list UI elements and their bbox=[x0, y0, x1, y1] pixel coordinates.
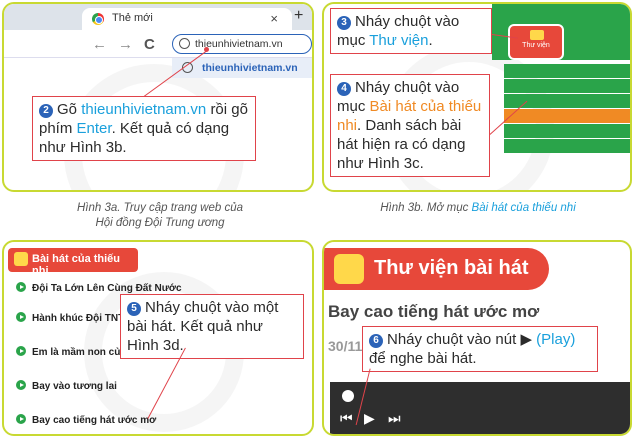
caption-line: Hội đồng Đội Trung ương bbox=[95, 217, 225, 229]
play-button[interactable]: ▶ bbox=[364, 410, 375, 427]
figure-caption-3b: Hình 3b. Mở mục Bài hát của thiếu nhi bbox=[338, 201, 618, 216]
callout-url: thieunhivietnam.vn bbox=[81, 101, 207, 118]
step-badge: 3 bbox=[337, 16, 351, 30]
callout-text: để nghe bài hát. bbox=[369, 350, 477, 367]
submenu-item-children-songs[interactable] bbox=[504, 109, 630, 123]
submenu-item[interactable] bbox=[504, 94, 630, 108]
tab-title: Thẻ mới bbox=[112, 12, 153, 24]
globe-icon bbox=[179, 38, 190, 49]
url-suggestion-text: thieunhivietnam.vn bbox=[202, 62, 298, 74]
song-item[interactable]: Bay vào tương lai bbox=[16, 380, 117, 392]
play-icon bbox=[16, 380, 26, 390]
panel-browser: Thẻ mới × + ← → C thieunhivietnam.vn thi… bbox=[2, 2, 314, 192]
pointer-dot bbox=[204, 47, 209, 52]
audio-player: ⏮ ▶ ⏭ bbox=[330, 382, 630, 434]
music-icon bbox=[334, 254, 364, 284]
callout-text: Nháy chuột vào một bài hát. Kết quả như … bbox=[127, 299, 279, 354]
browser-tab[interactable]: Thẻ mới × bbox=[82, 8, 292, 30]
panel-menu: Thư viện 3 Nháy chuột vào mục Thư viện. 4… bbox=[322, 2, 632, 192]
song-item-selected[interactable]: Bay cao tiếng hát ước mơ bbox=[16, 414, 156, 426]
play-icon bbox=[16, 312, 26, 322]
chrome-icon bbox=[92, 13, 104, 25]
caption-line: Hình 3a. Truy cập trang web của bbox=[77, 202, 243, 214]
step2-callout: 2 Gõ thieunhivietnam.vn rồi gõ phím Enter… bbox=[32, 96, 256, 161]
next-icon[interactable]: ⏭ bbox=[388, 410, 401, 427]
callout-text: Gõ bbox=[57, 101, 78, 118]
song-title: Bay cao tiếng hát ước mơ bbox=[32, 415, 157, 426]
song-list-header: Bài hát của thiếu nhi bbox=[8, 248, 138, 277]
back-arrow-icon[interactable]: ← bbox=[92, 36, 107, 53]
song-list-title: Bài hát của thiếu nhi bbox=[32, 253, 121, 277]
book-icon bbox=[530, 30, 544, 40]
address-bar[interactable]: thieunhivietnam.vn bbox=[172, 34, 312, 54]
submenu-item[interactable] bbox=[504, 139, 630, 153]
caption-text: Hình 3b. Mở mục bbox=[380, 202, 469, 214]
play-symbol-icon: ▶ bbox=[520, 331, 532, 348]
song-item[interactable]: Đội Ta Lớn Lên Cùng Đất Nước bbox=[16, 282, 182, 294]
submenu-item[interactable] bbox=[504, 124, 630, 138]
song-title: Đội Ta Lớn Lên Cùng Đất Nước bbox=[32, 283, 182, 294]
callout-text: Nháy chuột vào nút bbox=[387, 331, 517, 348]
step-badge: 6 bbox=[369, 334, 383, 348]
close-tab-icon[interactable]: × bbox=[270, 11, 278, 26]
submenu-item[interactable] bbox=[504, 64, 630, 78]
callout-text: . bbox=[428, 32, 433, 49]
song-item[interactable]: Hành khúc Đội TNTP bbox=[16, 312, 131, 324]
progress-handle[interactable] bbox=[342, 390, 354, 402]
play-icon bbox=[16, 414, 26, 424]
library-title: Thư viện bài hát bbox=[374, 257, 529, 279]
submenu-item[interactable] bbox=[504, 79, 630, 93]
song-title: Hành khúc Đội TNTP bbox=[32, 313, 131, 324]
step4-callout: 4 Nháy chuột vào mục Bài hát của thiếu nh… bbox=[330, 74, 490, 177]
play-icon bbox=[16, 282, 26, 292]
callout-target: Thư viện bbox=[369, 32, 429, 49]
callout-target: (Play) bbox=[536, 331, 576, 348]
play-icon bbox=[16, 346, 26, 356]
song-title: Bay cao tiếng hát ước mơ bbox=[328, 302, 540, 321]
step6-callout: 6 Nháy chuột vào nút ▶ (Play) để nghe bài… bbox=[362, 326, 598, 372]
step5-callout: 5 Nháy chuột vào một bài hát. Kết quả như… bbox=[120, 294, 304, 359]
library-header: Thư viện bài hát bbox=[324, 248, 549, 290]
step3-callout: 3 Nháy chuột vào mục Thư viện. bbox=[330, 8, 492, 54]
caption-target: Bài hát của thiếu nhi bbox=[471, 202, 576, 214]
callout-key: Enter bbox=[76, 120, 112, 137]
library-submenu bbox=[504, 64, 630, 154]
step-badge: 5 bbox=[127, 302, 141, 316]
music-icon bbox=[14, 252, 28, 266]
new-tab-button[interactable]: + bbox=[294, 7, 303, 25]
library-menu-button[interactable]: Thư viện bbox=[508, 24, 564, 60]
panel-song-list: Bài hát của thiếu nhi Đội Ta Lớn Lên Cùn… bbox=[2, 240, 314, 436]
forward-arrow-icon[interactable]: → bbox=[118, 36, 133, 53]
step-badge: 2 bbox=[39, 104, 53, 118]
figure-caption-3a: Hình 3a. Truy cập trang web của Hội đồng… bbox=[40, 201, 280, 231]
song-title: Bay vào tương lai bbox=[32, 381, 117, 392]
panel-player: Thư viện bài hát Bay cao tiếng hát ước m… bbox=[322, 240, 632, 436]
reload-icon[interactable]: C bbox=[144, 36, 155, 53]
previous-icon[interactable]: ⏮ bbox=[340, 410, 353, 427]
library-button-label: Thư viện bbox=[522, 42, 550, 49]
song-date: 30/11 bbox=[328, 338, 363, 354]
callout-text: . Danh sách bài hát hiện ra có dạng như … bbox=[337, 117, 466, 172]
step-badge: 4 bbox=[337, 82, 351, 96]
